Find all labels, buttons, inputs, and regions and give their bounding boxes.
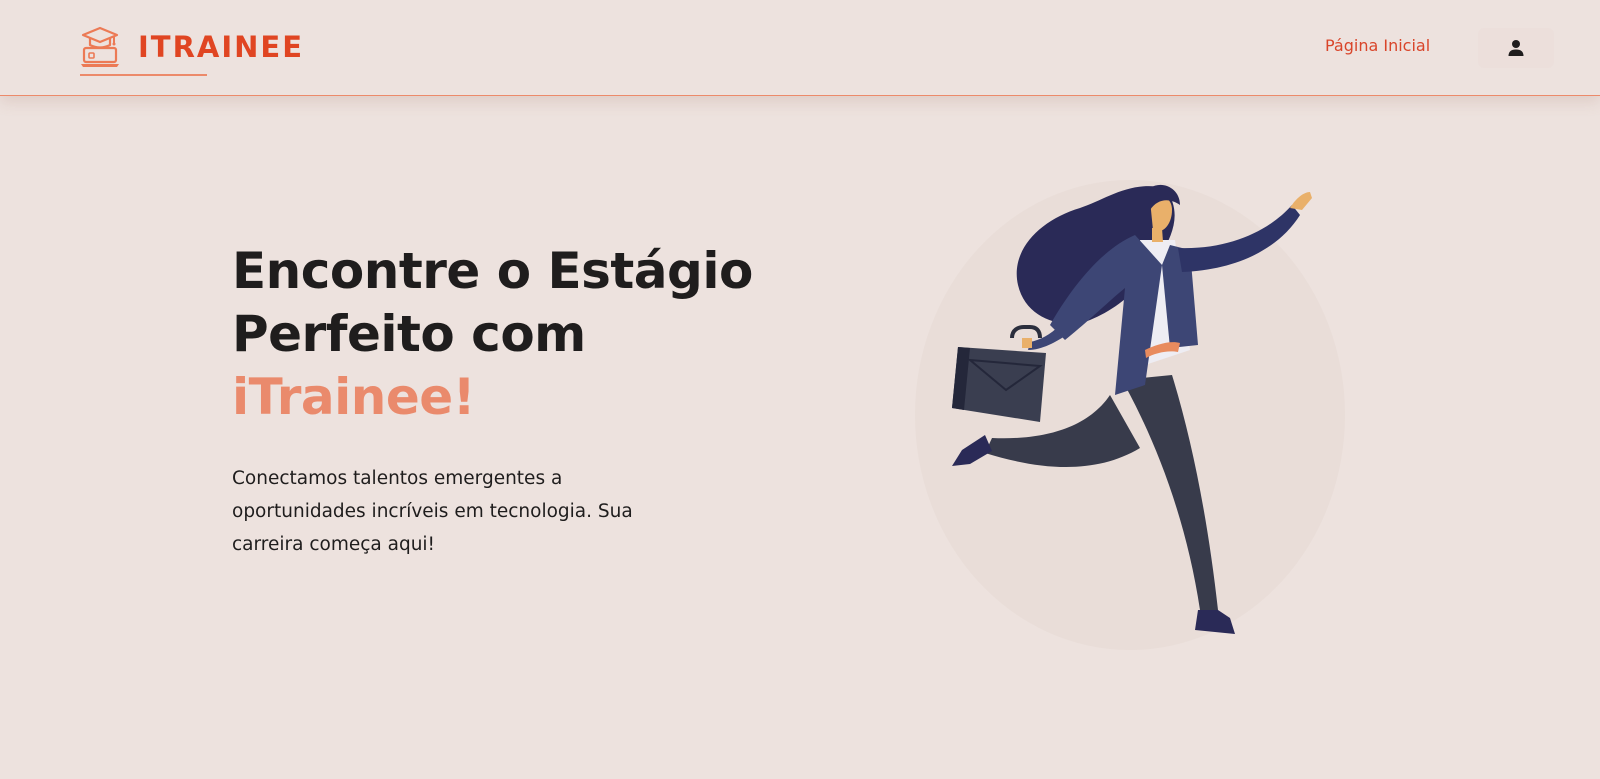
hero-description: Conectamos talentos emergentes a oportun… — [232, 468, 633, 555]
nav-link-home[interactable]: Página Inicial — [1325, 36, 1430, 55]
hero-title-line2: Perfeito com — [232, 305, 586, 363]
hero-title-line1: Encontre o Estágio — [232, 242, 753, 300]
running-woman-with-briefcase-illustration — [915, 180, 1345, 650]
user-account-button[interactable] — [1478, 28, 1554, 68]
brand-underline — [80, 74, 207, 76]
brand-name: ITRAINEE — [138, 30, 305, 64]
hero-title-accent: iTrainee! — [232, 368, 476, 426]
graduation-cap-laptop-icon — [81, 26, 119, 67]
hero-title: Encontre o Estágio Perfeito com iTrainee… — [232, 240, 792, 429]
user-icon — [1508, 40, 1524, 56]
navbar: ITRAINEE Página Inicial — [0, 0, 1600, 96]
